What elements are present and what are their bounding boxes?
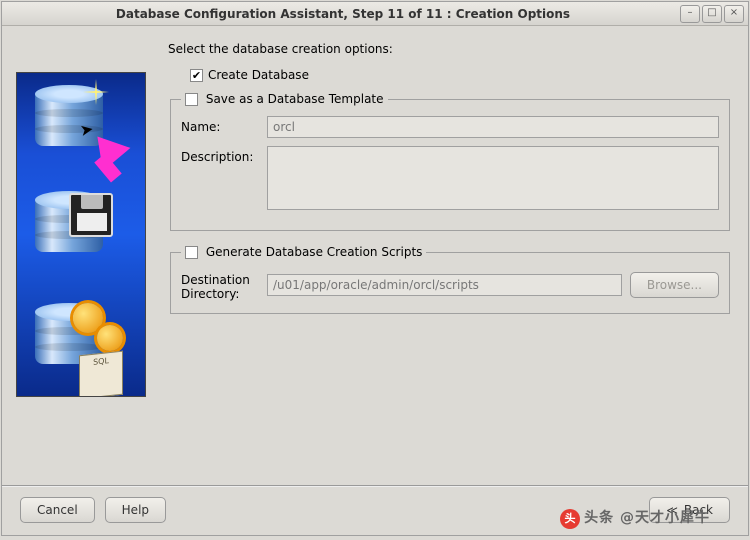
template-description-label: Description:	[181, 146, 259, 164]
wizard-footer: Cancel Help ≪ Back	[2, 485, 748, 535]
generate-scripts-fieldset: Generate Database Creation Scripts Desti…	[170, 245, 730, 314]
maximize-button[interactable]: □	[702, 5, 722, 23]
help-button[interactable]: Help	[105, 497, 166, 523]
save-template-label: Save as a Database Template	[206, 92, 384, 106]
content-area: SQL Select the database creation options…	[2, 26, 748, 485]
browse-button[interactable]: Browse...	[630, 272, 719, 298]
save-template-fieldset: Save as a Database Template Name: Descri…	[170, 92, 730, 231]
wizard-sidebar-graphic: SQL	[16, 72, 146, 397]
titlebar: Database Configuration Assistant, Step 1…	[2, 2, 748, 26]
template-name-input[interactable]	[267, 116, 719, 138]
chevron-left-icon: ≪	[666, 504, 678, 517]
template-description-input[interactable]	[267, 146, 719, 210]
minimize-button[interactable]: –	[680, 5, 700, 23]
main-panel: Select the database creation options: Cr…	[166, 36, 734, 485]
destination-directory-input[interactable]	[267, 274, 622, 296]
cancel-button[interactable]: Cancel	[20, 497, 95, 523]
star-icon	[83, 79, 109, 105]
create-database-option[interactable]: Create Database	[190, 68, 734, 82]
template-name-label: Name:	[181, 116, 259, 134]
create-database-label: Create Database	[208, 68, 309, 82]
back-button[interactable]: ≪ Back	[649, 497, 730, 523]
back-button-label: Back	[684, 503, 713, 517]
create-database-checkbox[interactable]	[190, 69, 203, 82]
generate-scripts-label: Generate Database Creation Scripts	[206, 245, 423, 259]
window-title: Database Configuration Assistant, Step 1…	[6, 7, 680, 21]
generate-scripts-checkbox[interactable]	[185, 246, 198, 259]
close-button[interactable]: ×	[724, 5, 744, 23]
save-template-legend[interactable]: Save as a Database Template	[181, 92, 388, 106]
generate-scripts-legend[interactable]: Generate Database Creation Scripts	[181, 245, 426, 259]
gear-icon	[97, 325, 123, 351]
gear-icon	[73, 303, 103, 333]
script-scroll-icon: SQL	[79, 351, 123, 397]
destination-directory-label: Destination Directory:	[181, 269, 259, 301]
window-controls: – □ ×	[680, 5, 744, 23]
save-template-checkbox[interactable]	[185, 93, 198, 106]
floppy-icon	[69, 193, 113, 237]
instruction-text: Select the database creation options:	[168, 42, 734, 56]
dbca-window: Database Configuration Assistant, Step 1…	[1, 1, 749, 536]
